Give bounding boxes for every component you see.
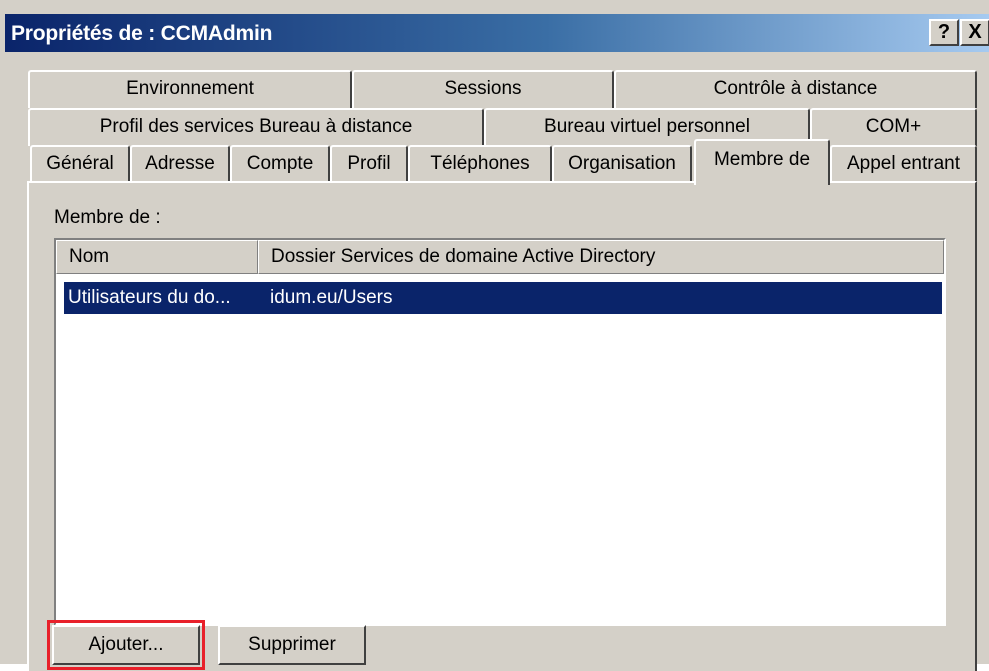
member-of-list[interactable]: Nom Dossier Services de domaine Active D…	[54, 238, 946, 626]
tab-organisation[interactable]: Organisation	[552, 145, 692, 183]
tab-telephones[interactable]: Téléphones	[408, 145, 552, 183]
tab-membre-de[interactable]: Membre de	[694, 139, 830, 185]
add-button-highlight	[47, 620, 205, 670]
properties-dialog: Propriétés de : CCMAdmin ? X Environneme…	[0, 0, 989, 671]
tab-compte[interactable]: Compte	[230, 145, 330, 183]
tab-profil[interactable]: Profil	[330, 145, 408, 183]
list-header: Nom Dossier Services de domaine Active D…	[56, 240, 944, 274]
list-item-folder: idum.eu/Users	[270, 287, 393, 308]
help-button[interactable]: ?	[929, 19, 959, 46]
tab-com-plus[interactable]: COM+	[810, 108, 977, 146]
tab-adresse[interactable]: Adresse	[130, 145, 230, 183]
list-item-name: Utilisateurs du do...	[68, 287, 231, 308]
remove-button[interactable]: Supprimer	[218, 625, 366, 665]
tab-sessions[interactable]: Sessions	[352, 70, 614, 108]
window-title: Propriétés de : CCMAdmin	[11, 22, 273, 45]
member-of-label: Membre de :	[54, 207, 161, 228]
title-bar[interactable]: Propriétés de : CCMAdmin ? X	[5, 14, 989, 52]
close-button[interactable]: X	[960, 19, 989, 46]
tab-controle-a-distance[interactable]: Contrôle à distance	[614, 70, 977, 108]
tab-environnement[interactable]: Environnement	[28, 70, 352, 108]
column-header-dossier[interactable]: Dossier Services de domaine Active Direc…	[258, 240, 944, 274]
tab-appel-entrant[interactable]: Appel entrant	[830, 145, 977, 183]
tab-profil-services-bureau-distance[interactable]: Profil des services Bureau à distance	[28, 108, 484, 146]
tab-general[interactable]: Général	[30, 145, 130, 183]
column-header-nom[interactable]: Nom	[56, 240, 258, 274]
list-item[interactable]: Utilisateurs du do... idum.eu/Users	[64, 282, 942, 314]
